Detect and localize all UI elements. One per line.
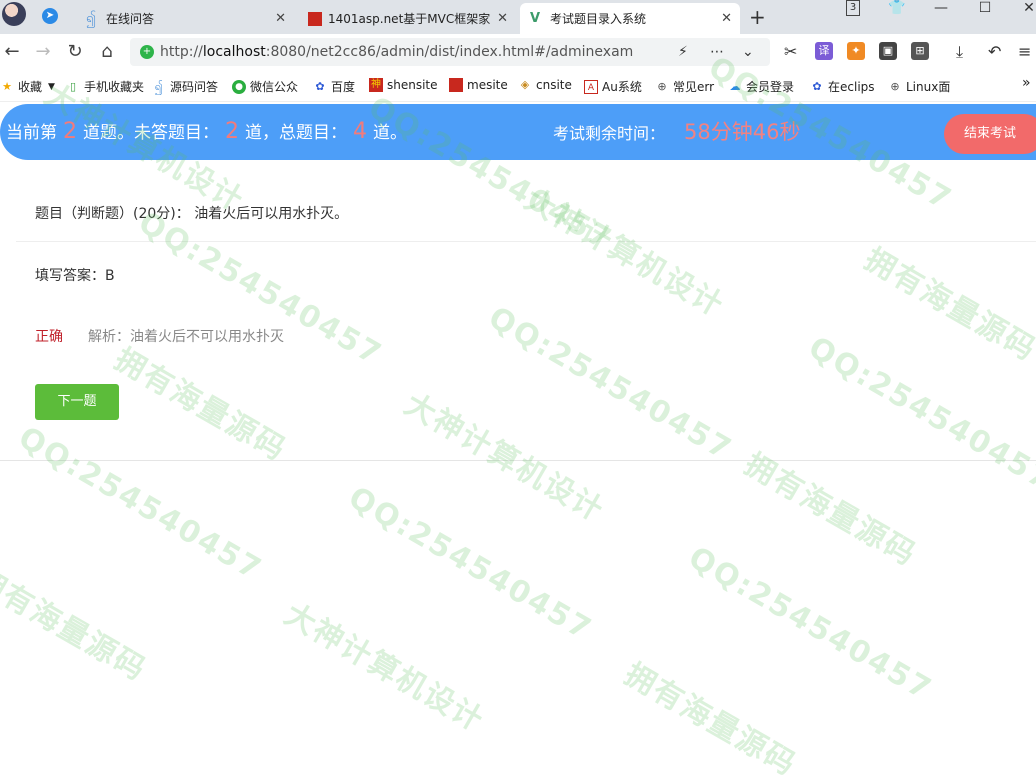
watermark-text: 拥有海量源码 <box>618 650 806 784</box>
red-square-icon <box>449 78 463 92</box>
chevron-down-icon[interactable]: ⌄ <box>742 44 754 60</box>
watermark-text: 拥有海量源码 <box>108 335 296 469</box>
exam-progress: 当前第2道题。未答题目：2道，总题目：4道。 <box>6 118 407 144</box>
red-square-icon <box>308 12 322 26</box>
star-icon: ★ <box>0 80 14 94</box>
download-icon[interactable]: ⤓ <box>956 42 963 62</box>
unanswered-count: 2 <box>225 119 239 144</box>
forward-arrow-icon[interactable]: → <box>33 41 53 62</box>
bookmark-eclipse[interactable]: ✿在eclips <box>810 78 875 95</box>
navigation-bar: ← → ↻ ⌂ + http://localhost:8080/net2cc86… <box>0 34 1036 70</box>
url-text[interactable]: http://localhost:8080/net2cc86/admin/dis… <box>160 44 633 60</box>
chevron-down-icon: ▼ <box>48 82 55 92</box>
shield-icon: + <box>140 45 154 59</box>
current-question-number: 2 <box>63 119 77 144</box>
bookmark-au-system[interactable]: AAu系统 <box>584 78 642 95</box>
bookmark-cnsite[interactable]: ◈cnsite <box>518 78 572 92</box>
baidu-paw-icon: ✿ <box>313 80 327 94</box>
maximize-button[interactable]: ☐ <box>970 0 1000 16</box>
question-text: 题目（判断题）(20分)： 油着火后可以用水扑灭。 <box>35 203 348 223</box>
bookmark-member-login[interactable]: ☁会员登录 <box>728 78 794 95</box>
tab-count-badge[interactable]: 3 <box>846 0 860 16</box>
reader-icon[interactable]: ▣ <box>879 42 897 60</box>
watermark-text: 大神计算机设计 <box>398 380 614 530</box>
apps-grid-icon[interactable]: ⊞ <box>911 42 929 60</box>
au-icon: A <box>584 80 598 94</box>
bookmark-shensite[interactable]: 神shensite <box>369 78 438 92</box>
analysis-text: 解析：油着火后不可以用水扑灭 <box>88 326 284 346</box>
result-label: 正确 <box>35 326 63 346</box>
cloud-icon: ☁ <box>728 80 742 94</box>
watermark-text: 拥有海量源码 <box>858 235 1036 369</box>
total-count: 4 <box>353 119 367 144</box>
back-arrow-icon[interactable]: ← <box>2 41 22 62</box>
more-icon[interactable]: ⋯ <box>710 44 724 60</box>
bookmark-linux[interactable]: ⊕Linux面 <box>888 78 950 95</box>
translate-icon[interactable]: 译 <box>815 42 833 60</box>
filled-answer: 填写答案：B <box>35 265 115 285</box>
watermark-text: 大神计算机设计 <box>278 590 494 740</box>
watermark-text: 拥有海量源码 <box>0 555 156 689</box>
shen-icon: 神 <box>369 78 383 92</box>
phone-icon: ▯ <box>66 80 80 94</box>
close-icon[interactable]: ✕ <box>497 11 508 26</box>
time-remaining-label: 考试剩余时间： <box>553 120 665 144</box>
watermark-text: QQ:254540457 <box>683 540 939 708</box>
bookmarks-bar: ★收藏▼ ▯手机收藏夹 ၍源码问答 ●微信公众 ✿百度 神shensite me… <box>0 70 1036 102</box>
exam-status-header: 当前第2道题。未答题目：2道，总题目：4道。 考试剩余时间： 58分钟46秒 结… <box>0 104 1036 160</box>
undo-icon[interactable]: ↶ <box>988 42 1001 61</box>
tab-online-qa[interactable]: ၍ 在线问答 ✕ <box>76 3 294 34</box>
home-icon[interactable]: ⌂ <box>97 41 117 62</box>
bookmark-baidu[interactable]: ✿百度 <box>313 78 355 95</box>
profile-avatar[interactable] <box>2 2 26 26</box>
reload-icon[interactable]: ↻ <box>65 41 85 62</box>
bookmark-mobile[interactable]: ▯手机收藏夹 <box>66 78 144 95</box>
close-icon[interactable]: ✕ <box>275 11 286 26</box>
swirl-icon: ၍ <box>86 12 100 26</box>
skin-icon[interactable]: 👕 <box>882 0 912 16</box>
watermark-text: 大神计算机设计 <box>518 175 734 325</box>
watermark-text: QQ:254540457 <box>803 330 1036 498</box>
watermark-text: QQ:254540457 <box>343 480 599 648</box>
watermark-text: QQ:254540457 <box>133 205 389 373</box>
bookmark-source-qa[interactable]: ၍源码问答 <box>152 78 218 95</box>
watermark-text: QQ:254540457 <box>13 420 269 588</box>
new-tab-button[interactable]: + <box>749 5 766 29</box>
end-exam-button[interactable]: 结束考试 <box>944 114 1036 154</box>
time-remaining-value: 58分钟46秒 <box>684 116 800 146</box>
menu-icon[interactable]: ≡ <box>1018 42 1031 61</box>
baidu-paw-icon: ✿ <box>810 80 824 94</box>
address-bar[interactable]: + http://localhost:8080/net2cc86/admin/d… <box>130 38 770 66</box>
divider <box>0 460 1036 461</box>
bookmark-mesite[interactable]: mesite <box>449 78 508 92</box>
globe-icon: ⊕ <box>888 80 902 94</box>
vue-icon: V <box>530 12 544 26</box>
close-window-button[interactable]: ✕ <box>1014 0 1036 16</box>
tab-exam-system[interactable]: V 考试题目录入系统 ✕ <box>520 3 740 34</box>
close-icon[interactable]: ✕ <box>721 11 732 26</box>
game-icon[interactable]: ✦ <box>847 42 865 60</box>
globe-icon: ⊕ <box>655 80 669 94</box>
wechat-icon: ● <box>232 80 246 94</box>
bookmark-common-errors[interactable]: ⊕常见err <box>655 78 714 95</box>
divider <box>16 241 1036 242</box>
layers-icon: ◈ <box>518 78 532 92</box>
minimize-button[interactable]: — <box>926 0 956 16</box>
tab-project[interactable]: 1401asp.net基于MVC框架家 ✕ <box>298 3 516 34</box>
watermark-text: QQ:254540457 <box>483 300 739 468</box>
more-bookmarks-icon[interactable]: » <box>1022 75 1031 91</box>
swirl-icon: ၍ <box>152 80 166 94</box>
scissors-icon[interactable]: ✂ <box>784 42 797 61</box>
bookmark-wechat[interactable]: ●微信公众 <box>232 78 298 95</box>
bookmark-favorites[interactable]: ★收藏▼ <box>0 78 55 95</box>
browser-tab-strip: ➤ ၍ 在线问答 ✕ 1401asp.net基于MVC框架家 ✕ V 考试题目录… <box>0 0 1036 34</box>
telegram-icon[interactable]: ➤ <box>42 8 58 24</box>
next-question-button[interactable]: 下一题 <box>35 384 119 420</box>
lightning-icon[interactable]: ⚡ <box>678 44 688 60</box>
